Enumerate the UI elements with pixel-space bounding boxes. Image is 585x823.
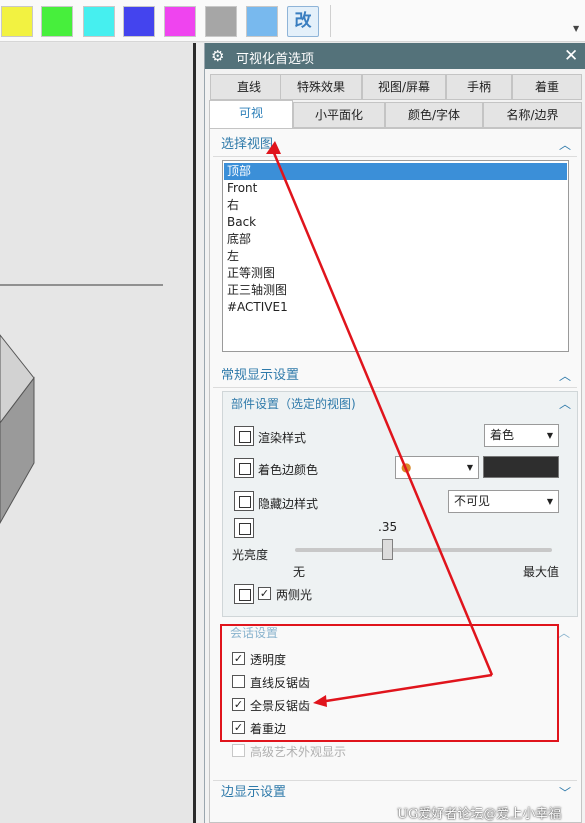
- watermark: UG爱好者论坛@爱上小幸福: [397, 807, 562, 822]
- brightness-label: 光亮度: [232, 548, 269, 562]
- render-style-select[interactable]: 着色 ▼: [484, 424, 559, 447]
- general-display-header[interactable]: 常规显示设置 ︿: [213, 364, 577, 388]
- list-item[interactable]: 正三轴测图: [224, 282, 567, 299]
- color-picker-select[interactable]: ● ▼: [395, 456, 479, 479]
- dialog-title: 可视化首选项: [236, 52, 315, 67]
- tab-names-borders[interactable]: 名称/边界: [483, 102, 582, 128]
- tab-line[interactable]: 直线: [210, 74, 288, 100]
- chevron-up-icon[interactable]: ︿: [558, 621, 570, 645]
- two-sided-light-label: 两侧光: [276, 588, 313, 602]
- chevron-up-icon[interactable]: ︿: [559, 392, 571, 416]
- slider-handle[interactable]: [382, 539, 393, 560]
- edge-color-icon: [234, 458, 254, 478]
- edge-display-header[interactable]: 边显示设置 ﹀: [213, 780, 577, 804]
- hidden-edge-style-select[interactable]: 不可见 ▼: [448, 490, 559, 513]
- chevron-down-icon[interactable]: ﹀: [559, 781, 571, 805]
- gear-icon: ⚙: [211, 47, 225, 65]
- two-sided-light-checkbox[interactable]: ✓: [258, 587, 271, 600]
- brightness-max-label: 最大值: [523, 565, 560, 579]
- tab-view-screen[interactable]: 视图/屏幕: [362, 74, 446, 100]
- select-value: 着色: [490, 428, 515, 442]
- list-item[interactable]: 顶部: [224, 163, 567, 180]
- tab-special-effects[interactable]: 特殊效果: [280, 74, 362, 100]
- tab-emphasis[interactable]: 着重: [512, 74, 582, 100]
- hidden-edge-style-label: 隐藏边样式: [258, 497, 319, 511]
- color-toolbar: 改 ▼: [0, 0, 585, 42]
- chevron-down-icon: ▼: [546, 431, 553, 440]
- annotation-highlight-box: [220, 624, 559, 742]
- list-item[interactable]: 正等测图: [224, 265, 567, 282]
- brightness-slider[interactable]: [295, 548, 552, 552]
- tab-faceting[interactable]: 小平面化: [293, 102, 385, 128]
- color-swatch-green[interactable]: [41, 6, 73, 37]
- tab-color-font[interactable]: 颜色/字体: [385, 102, 483, 128]
- list-item[interactable]: 右: [224, 197, 567, 214]
- graphics-viewport[interactable]: [0, 43, 197, 823]
- shaded-edge-color-label: 着色边颜色: [258, 463, 319, 477]
- close-icon[interactable]: ✕: [564, 45, 578, 67]
- color-swatch-cyan[interactable]: [83, 6, 115, 37]
- color-swatch-yellow[interactable]: [1, 6, 33, 37]
- color-swatch-magenta[interactable]: [164, 6, 196, 37]
- splitter[interactable]: [196, 43, 204, 823]
- two-sided-light-icon: [234, 584, 254, 604]
- color-swatch-light-blue[interactable]: [246, 6, 278, 37]
- list-item[interactable]: #ACTIVE1: [224, 299, 567, 316]
- part-settings-header[interactable]: 部件设置（选定的视图) ︿: [223, 392, 577, 416]
- select-value: 不可见: [454, 494, 491, 508]
- model-shape: [0, 284, 163, 525]
- section-title: 选择视图: [221, 137, 274, 152]
- color-swatch-gray[interactable]: [205, 6, 237, 37]
- toolbar-separator: [330, 5, 331, 37]
- chevron-up-icon[interactable]: ︿: [559, 133, 571, 157]
- list-item[interactable]: Front: [224, 180, 567, 197]
- color-swatch-blue[interactable]: [123, 6, 155, 37]
- tab-handles[interactable]: 手柄: [446, 74, 512, 100]
- render-style-icon: [234, 426, 254, 446]
- chevron-down-icon[interactable]: ▼: [573, 24, 579, 33]
- chevron-down-icon: ▼: [466, 463, 473, 472]
- edit-color-button[interactable]: 改: [287, 6, 319, 37]
- advanced-look-checkbox[interactable]: [232, 744, 245, 757]
- edge-color-swatch[interactable]: [483, 456, 559, 478]
- palette-icon: ●: [401, 460, 412, 474]
- hidden-edge-icon: [234, 491, 254, 511]
- brightness-icon: [234, 518, 254, 538]
- tab-visual[interactable]: 可视: [209, 100, 293, 130]
- advanced-look-label: 高级艺术外观显示: [250, 745, 347, 759]
- brightness-value: .35: [378, 520, 398, 534]
- chevron-up-icon[interactable]: ︿: [559, 364, 571, 388]
- section-title: 常规显示设置: [221, 368, 300, 383]
- chevron-down-icon: ▼: [546, 497, 553, 506]
- render-style-label: 渲染样式: [258, 431, 307, 445]
- brightness-min-label: 无: [293, 565, 306, 579]
- list-item[interactable]: 底部: [224, 231, 567, 248]
- section-title: 边显示设置: [221, 785, 287, 800]
- dialog-titlebar[interactable]: ⚙ 可视化首选项 ✕: [205, 43, 585, 69]
- view-list[interactable]: 顶部 Front 右 Back 底部 左 正等测图 正三轴测图 #ACTIVE1: [222, 160, 569, 352]
- select-view-header[interactable]: 选择视图 ︿: [213, 133, 577, 157]
- list-item[interactable]: 左: [224, 248, 567, 265]
- group-title: 部件设置（选定的视图): [231, 397, 356, 411]
- list-item[interactable]: Back: [224, 214, 567, 231]
